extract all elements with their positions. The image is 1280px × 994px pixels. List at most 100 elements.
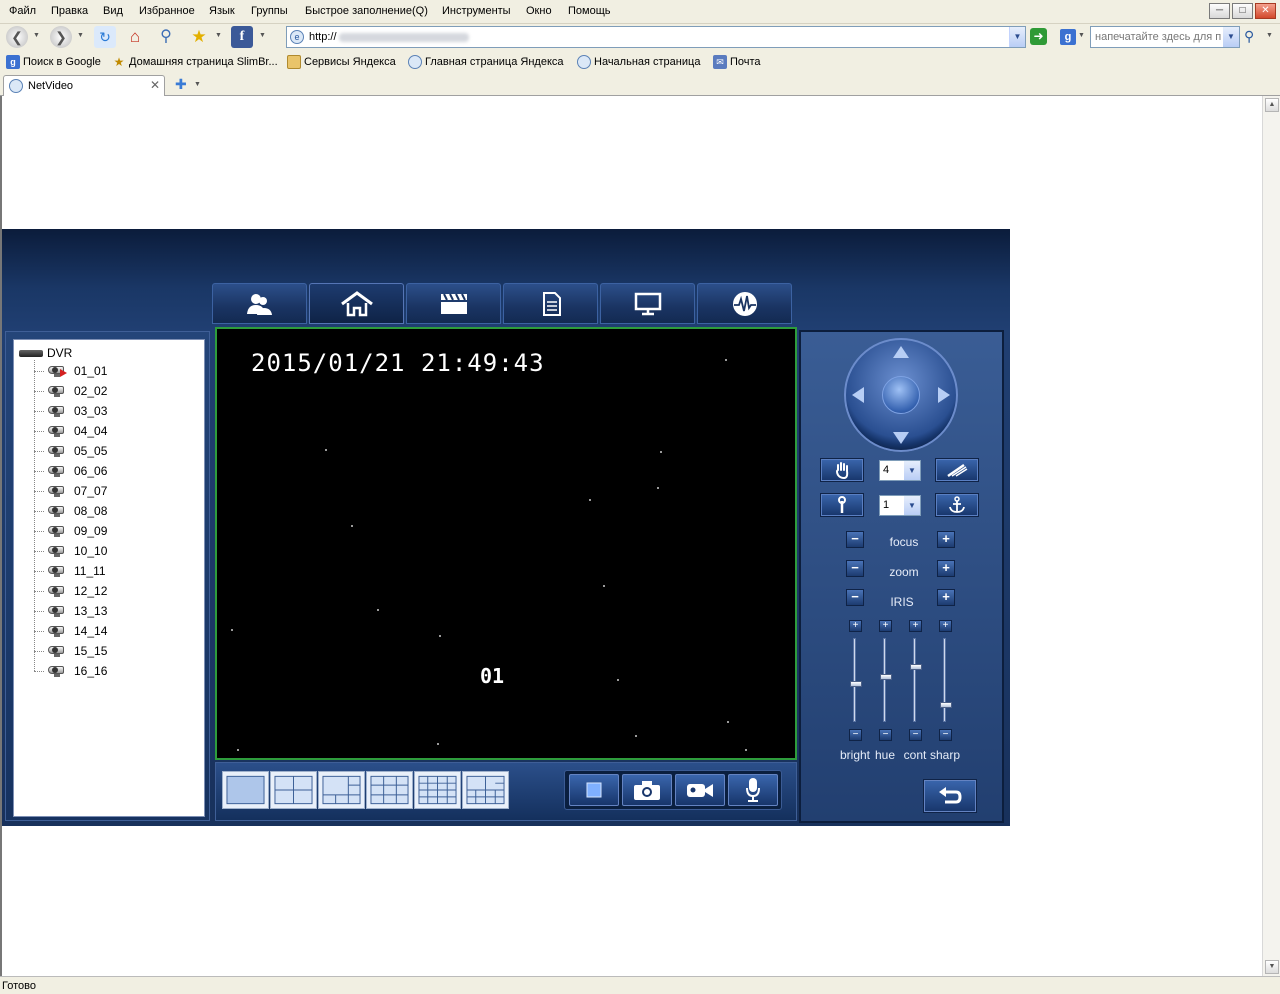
slider-hue-minus-button[interactable]: − <box>879 729 892 741</box>
record-button[interactable] <box>674 774 725 806</box>
search-go-icon[interactable]: ⚲ <box>1244 28 1254 45</box>
focus-minus-button[interactable]: − <box>846 531 864 548</box>
tab-playback[interactable] <box>406 283 501 324</box>
refresh-icon[interactable]: ↻ <box>94 26 116 48</box>
ptz-speed-select[interactable]: 4 ▼ <box>879 460 921 481</box>
tree-channel-item[interactable]: 03_03 <box>34 401 107 421</box>
ptz-preset-call-button[interactable] <box>935 493 979 517</box>
tree-channel-item[interactable]: 02_02 <box>34 381 107 401</box>
slider-hue-thumb[interactable] <box>880 674 892 680</box>
menu-language[interactable]: Язык <box>209 5 235 17</box>
tab-status[interactable] <box>697 283 792 324</box>
slider-bright-plus-button[interactable]: + <box>849 620 862 632</box>
layout-9-button[interactable] <box>366 771 413 809</box>
new-tab-dropdown-icon[interactable]: ▼ <box>194 81 201 88</box>
tree-channel-item[interactable]: 01_01 <box>34 361 107 381</box>
close-button[interactable]: ✕ <box>1255 3 1276 19</box>
menu-help[interactable]: Помощь <box>568 5 611 17</box>
new-tab-plus-icon[interactable]: ✚ <box>175 76 187 93</box>
tab-close-icon[interactable]: ✕ <box>150 78 160 92</box>
slider-cont-plus-button[interactable]: + <box>909 620 922 632</box>
bookmark-google-search[interactable]: g Поиск в Google <box>6 55 101 69</box>
tree-channel-item[interactable]: 09_09 <box>34 521 107 541</box>
menu-tools[interactable]: Инструменты <box>442 5 511 17</box>
ptz-joystick[interactable] <box>844 338 958 452</box>
search-options-dropdown-icon[interactable]: ▼ <box>1266 32 1273 39</box>
magnifier-icon[interactable]: ⚲ <box>155 26 177 48</box>
slider-cont-minus-button[interactable]: − <box>909 729 922 741</box>
slider-bright-track[interactable] <box>853 638 856 722</box>
layout-1-button[interactable] <box>222 771 269 809</box>
menu-window[interactable]: Окно <box>526 5 552 17</box>
tree-channel-item[interactable]: 06_06 <box>34 461 107 481</box>
zoom-plus-button[interactable]: + <box>937 560 955 577</box>
back-button[interactable] <box>923 779 977 813</box>
bookmark-yandex-services[interactable]: Сервисы Яндекса <box>287 55 396 69</box>
slider-sharp-thumb[interactable] <box>940 702 952 708</box>
pan-right-arrow-icon[interactable] <box>938 387 950 403</box>
ptz-wiper-button[interactable] <box>935 458 979 482</box>
bookmark-mail[interactable]: ✉ Почта <box>713 55 761 69</box>
tree-channel-item[interactable]: 10_10 <box>34 541 107 561</box>
forward-arrow-icon[interactable]: ❯ <box>50 26 72 48</box>
tab-users[interactable] <box>212 283 307 324</box>
layout-16-button[interactable] <box>414 771 461 809</box>
vertical-scrollbar[interactable]: ▲ ▼ <box>1262 96 1280 976</box>
slider-hue-track[interactable] <box>883 638 886 722</box>
facebook-dropdown-icon[interactable]: ▼ <box>259 32 266 39</box>
ptz-aux-button[interactable] <box>820 493 864 517</box>
tree-channel-item[interactable]: 11_11 <box>34 561 106 581</box>
tree-channel-item[interactable]: 15_15 <box>34 641 107 661</box>
layout-custom-button[interactable] <box>462 771 509 809</box>
tree-channel-item[interactable]: 04_04 <box>34 421 107 441</box>
layout-4-button[interactable] <box>270 771 317 809</box>
zoom-minus-button[interactable]: − <box>846 560 864 577</box>
favorites-dropdown-icon[interactable]: ▼ <box>215 32 222 39</box>
maximize-button[interactable]: □ <box>1232 3 1253 19</box>
ptz-center-button[interactable] <box>882 376 920 414</box>
pan-down-arrow-icon[interactable] <box>893 432 909 444</box>
slider-sharp-minus-button[interactable]: − <box>939 729 952 741</box>
facebook-icon[interactable]: f <box>231 26 253 48</box>
scroll-up-arrow-icon[interactable]: ▲ <box>1265 98 1279 112</box>
tree-channel-item[interactable]: 12_12 <box>34 581 107 601</box>
focus-plus-button[interactable]: + <box>937 531 955 548</box>
forward-dropdown-icon[interactable]: ▼ <box>77 32 84 39</box>
tree-channel-item[interactable]: 05_05 <box>34 441 107 461</box>
search-input[interactable]: напечатайте здесь для п ▼ <box>1090 26 1240 48</box>
bookmark-slimbrowser-home[interactable]: ★ Домашняя страница SlimBr... <box>112 55 278 69</box>
favorites-star-icon[interactable]: ★ <box>188 26 210 48</box>
slider-cont-thumb[interactable] <box>910 664 922 670</box>
address-bar[interactable]: e http:// ▼ <box>286 26 1026 48</box>
tab-log[interactable] <box>503 283 598 324</box>
menu-groups[interactable]: Группы <box>251 5 288 17</box>
scroll-down-arrow-icon[interactable]: ▼ <box>1265 960 1279 974</box>
minimize-button[interactable]: ─ <box>1209 3 1230 19</box>
slider-bright-thumb[interactable] <box>850 681 862 687</box>
tree-channel-item[interactable]: 07_07 <box>34 481 107 501</box>
slider-sharp-track[interactable] <box>943 638 946 722</box>
back-arrow-icon[interactable]: ❮ <box>6 26 28 48</box>
iris-minus-button[interactable]: − <box>846 589 864 606</box>
tab-display[interactable] <box>600 283 695 324</box>
tree-channel-item[interactable]: 14_14 <box>34 621 107 641</box>
ptz-stop-button[interactable] <box>820 458 864 482</box>
tree-root-dvr[interactable]: DVR <box>19 345 72 361</box>
slider-bright-minus-button[interactable]: − <box>849 729 862 741</box>
back-dropdown-icon[interactable]: ▼ <box>33 32 40 39</box>
address-dropdown-icon[interactable]: ▼ <box>1009 27 1025 47</box>
tree-channel-item[interactable]: 08_08 <box>34 501 107 521</box>
tab-netvideo[interactable]: NetVideo ✕ <box>3 75 165 96</box>
search-dropdown-icon[interactable]: ▼ <box>1223 27 1239 47</box>
menu-autofill[interactable]: Быстрое заполнение(Q) <box>305 5 428 17</box>
pan-left-arrow-icon[interactable] <box>852 387 864 403</box>
menu-favorites[interactable]: Избранное <box>139 5 195 17</box>
tab-home[interactable] <box>309 283 404 324</box>
tree-channel-item[interactable]: 13_13 <box>34 601 107 621</box>
talk-button[interactable] <box>727 774 778 806</box>
go-arrow-icon[interactable]: ➜ <box>1030 28 1047 45</box>
ptz-preset-select[interactable]: 1 ▼ <box>879 495 921 516</box>
menu-view[interactable]: Вид <box>103 5 123 17</box>
menu-file[interactable]: Файл <box>9 5 36 17</box>
video-view[interactable]: 2015/01/21 21:49:43 01 <box>215 327 797 760</box>
